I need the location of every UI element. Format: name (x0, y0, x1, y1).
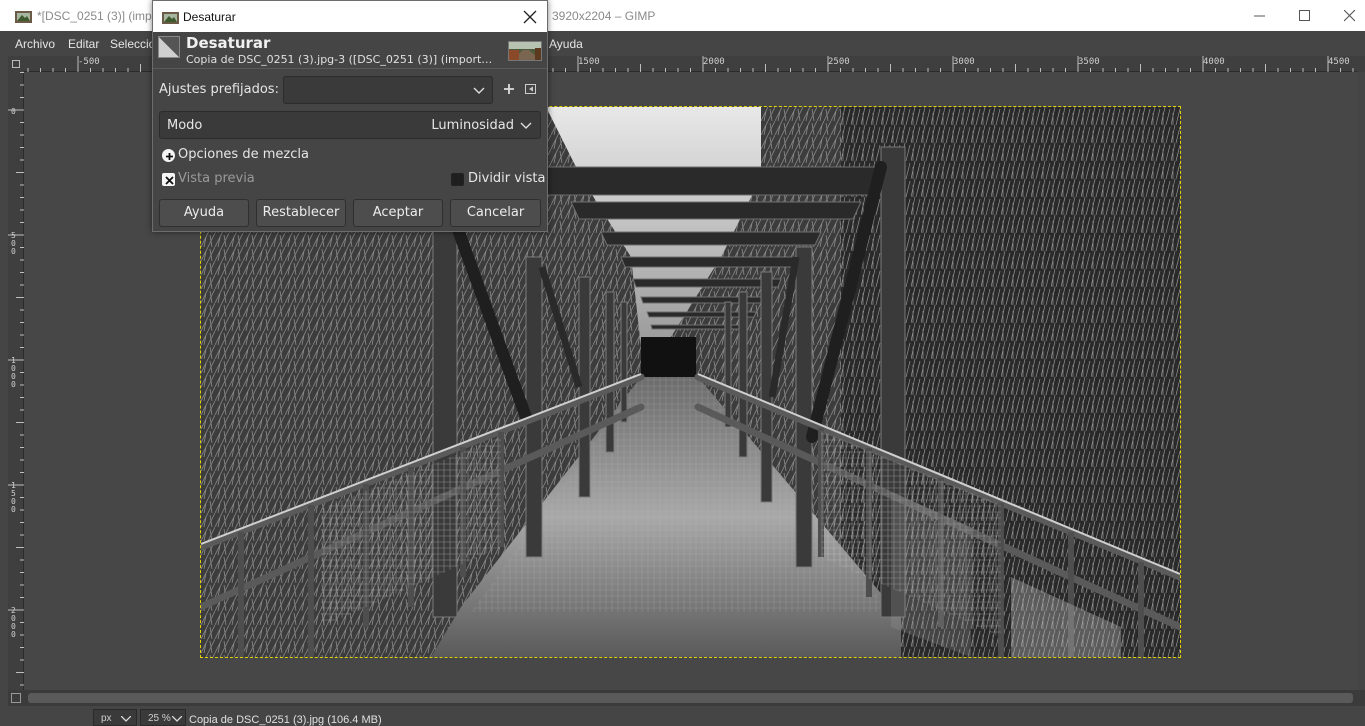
gimp-app-icon (15, 11, 32, 23)
unit-selector[interactable]: px (93, 709, 137, 726)
window-title: *[DSC_0251 (3)] (impo (37, 9, 159, 23)
scrollbar-thumb[interactable] (28, 693, 1353, 703)
mode-selector[interactable]: Modo Luminosidad (159, 111, 541, 139)
ruler-label: 1500 (11, 481, 16, 514)
blend-options-expander[interactable] (162, 149, 175, 162)
minimize-icon (1254, 15, 1265, 17)
split-view-checkbox[interactable] (451, 173, 464, 186)
chevron-down-icon (172, 716, 182, 722)
presets-combo[interactable] (283, 76, 493, 104)
preview-checkbox[interactable] (162, 173, 175, 186)
cancel-button[interactable]: Cancelar (450, 199, 541, 227)
dialog-title: Desaturar (183, 10, 236, 24)
zoom-selector[interactable]: 25 % (140, 709, 186, 726)
maximize-button[interactable] (1282, 0, 1328, 31)
presets-label: Ajustes prefijados: (159, 82, 279, 97)
menu-editar[interactable]: Editar (68, 37, 99, 51)
ruler-label: 1000 (11, 356, 16, 389)
dialog-heading: Desaturar (186, 34, 271, 52)
divider (153, 68, 547, 69)
minimize-button[interactable] (1237, 0, 1283, 31)
statusbar: px 25 % Copia de DSC_0251 (3).jpg (106.4… (0, 706, 1365, 726)
quick-mask-toggle[interactable] (8, 690, 24, 706)
ruler-label: 2000 (11, 606, 16, 639)
status-info: Copia de DSC_0251 (3).jpg (106.4 MB) (189, 714, 382, 726)
navigate-button[interactable] (1357, 56, 1365, 72)
ruler-label: 2500 (828, 57, 850, 67)
ruler-label: 4500 (1328, 57, 1350, 67)
unit-value: px (101, 713, 112, 724)
ruler-corner-button[interactable] (8, 56, 24, 72)
mode-label: Modo (167, 118, 203, 133)
zoom-toggle[interactable] (1357, 690, 1365, 706)
menu-archivo[interactable]: Archivo (15, 37, 55, 51)
desaturate-dialog: Desaturar Desaturar Copia de DSC_0251 (3… (152, 0, 548, 232)
blend-options-label[interactable]: Opciones de mezcla (178, 147, 309, 162)
desaturate-icon (158, 36, 180, 58)
close-icon[interactable] (520, 7, 540, 27)
add-preset-icon[interactable] (502, 82, 516, 96)
ruler-label: 2000 (703, 57, 725, 67)
chevron-down-icon (473, 87, 485, 94)
horizontal-scrollbar[interactable] (24, 690, 1357, 706)
image-thumbnail (508, 41, 542, 61)
ruler-label: 3500 (1078, 57, 1100, 67)
close-icon (1344, 10, 1356, 22)
zoom-value: 25 % (148, 713, 171, 724)
maximize-icon (1299, 10, 1310, 21)
ok-button[interactable]: Aceptar (353, 199, 443, 227)
plus-icon (166, 153, 173, 160)
ruler-label: 3000 (953, 57, 975, 67)
dialog-subtitle: Copia de DSC_0251 (3).jpg-3 ([DSC_0251 (… (186, 53, 493, 66)
close-window-button[interactable] (1327, 0, 1365, 31)
preset-menu-icon[interactable] (524, 82, 538, 96)
mode-value: Luminosidad (431, 118, 514, 133)
ruler-label: 0 (11, 107, 16, 116)
menu-seleccion[interactable]: Seleccio (110, 37, 155, 51)
split-view-label: Dividir vista (468, 171, 546, 186)
reset-button[interactable]: Restablecer (256, 199, 346, 227)
gimp-app-icon (162, 12, 179, 24)
ruler-label: 500 (11, 231, 16, 256)
ruler-label: -500 (78, 57, 100, 67)
vertical-ruler: 0 500 1000 1500 2000 (8, 72, 24, 690)
dialog-titlebar: Desaturar (153, 1, 547, 32)
preview-label: Vista previa (178, 171, 255, 186)
window-title-dimensions: 3920x2204 – GIMP (552, 9, 656, 23)
ruler-label: 4000 (1203, 57, 1225, 67)
menu-ayuda[interactable]: Ayuda (549, 37, 583, 51)
chevron-down-icon (121, 716, 131, 722)
ruler-label: 1500 (578, 57, 600, 67)
chevron-down-icon (520, 122, 532, 129)
help-button[interactable]: Ayuda (159, 199, 249, 227)
check-x-icon (165, 176, 174, 185)
